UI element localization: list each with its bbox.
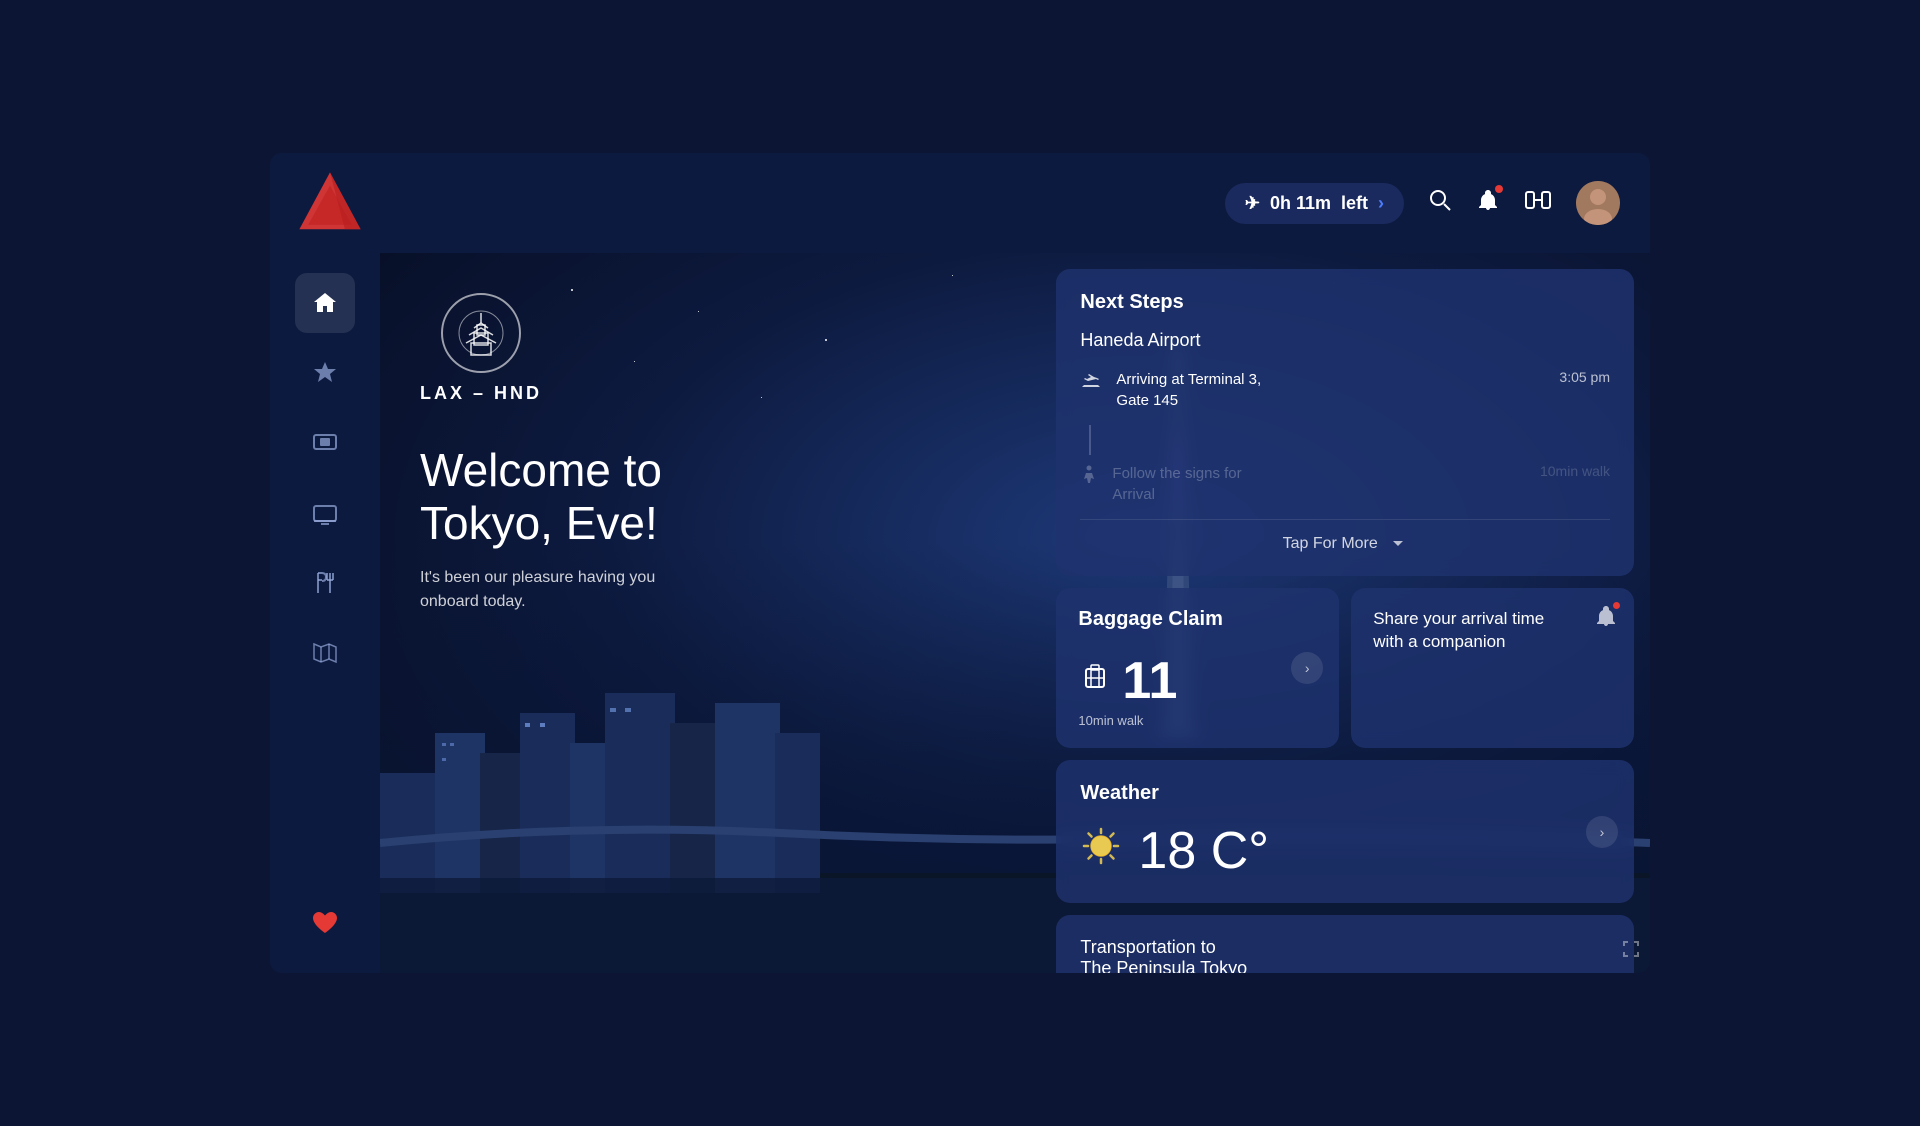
weather-chevron-button[interactable]: › xyxy=(1586,816,1618,848)
walking-icon xyxy=(1080,465,1098,493)
step-2: Follow the signs forArrival 10min walk xyxy=(1080,463,1610,505)
tap-for-more-button[interactable]: Tap For More xyxy=(1080,519,1610,554)
luggage-icon xyxy=(1078,659,1112,701)
step-1-time: 3:05 pm xyxy=(1559,369,1610,385)
baggage-card: Baggage Claim 11 10min walk › xyxy=(1056,588,1339,748)
sidebar-item-favorites[interactable] xyxy=(295,343,355,403)
main-area: LAX – HND Welcome to Tokyo, Eve! It's be… xyxy=(270,253,1650,973)
share-text: Share your arrival timewith a companion xyxy=(1373,608,1612,654)
destination-icon xyxy=(441,293,521,373)
content-area: LAX – HND Welcome to Tokyo, Eve! It's be… xyxy=(380,253,1650,973)
step-1-main: Arriving at Terminal 3,Gate 145 3:05 pm xyxy=(1116,369,1610,411)
airport-name: Haneda Airport xyxy=(1080,330,1610,351)
app-window: ✈ 0h 11m left › xyxy=(270,153,1650,973)
baggage-chevron-button[interactable]: › xyxy=(1291,652,1323,684)
step-2-time: 10min walk xyxy=(1540,463,1610,479)
baggage-row: 11 xyxy=(1078,647,1317,713)
timer-chevron: › xyxy=(1378,193,1384,214)
tap-more-label: Tap For More xyxy=(1283,535,1378,553)
weather-title: Weather xyxy=(1080,782,1610,805)
top-right-controls: ✈ 0h 11m left › xyxy=(1225,181,1620,225)
flight-time-suffix: left xyxy=(1341,193,1368,214)
step-2-text: Follow the signs forArrival xyxy=(1112,463,1241,505)
sidebar xyxy=(270,253,380,973)
destination-route: LAX – HND xyxy=(420,383,542,404)
baggage-title: Baggage Claim xyxy=(1078,608,1317,631)
delta-logo xyxy=(295,168,365,238)
outer-frame: ✈ 0h 11m left › xyxy=(0,0,1920,1126)
next-steps-card: Next Steps Haneda Airport Arriving at Te… xyxy=(1056,269,1634,576)
sidebar-item-map[interactable] xyxy=(295,623,355,683)
notification-dot xyxy=(1495,185,1503,193)
bell-notification-dot xyxy=(1613,602,1620,609)
top-bar: ✈ 0h 11m left › xyxy=(270,153,1650,253)
step-1: Arriving at Terminal 3,Gate 145 3:05 pm xyxy=(1080,369,1610,411)
transportation-card: Transportation to The Peninsula Tokyo Re… xyxy=(1056,915,1634,973)
right-panel: Next Steps Haneda Airport Arriving at Te… xyxy=(1040,253,1650,973)
weather-row: 18 C° xyxy=(1080,821,1610,881)
cards-row: Baggage Claim 11 10min walk › xyxy=(1056,588,1634,748)
transport-title-line1: Transportation to xyxy=(1080,937,1610,958)
next-steps-title: Next Steps xyxy=(1080,291,1610,314)
fullscreen-button[interactable] xyxy=(1622,940,1640,963)
flight-time-left: 0h 11m xyxy=(1270,193,1331,214)
transport-hotel-name: The Peninsula Tokyo xyxy=(1080,958,1610,973)
sidebar-item-entertainment[interactable] xyxy=(295,413,355,473)
left-overlay: LAX – HND Welcome to Tokyo, Eve! It's be… xyxy=(380,253,1079,973)
baggage-number: 11 xyxy=(1122,655,1177,707)
arriving-icon xyxy=(1080,371,1102,399)
baggage-walk: 10min walk xyxy=(1078,713,1317,728)
step-divider xyxy=(1089,425,1091,455)
weather-card: Weather xyxy=(1056,760,1634,903)
destination-badge: LAX – HND xyxy=(420,293,542,404)
notifications-button[interactable] xyxy=(1476,188,1500,218)
step-1-content: Arriving at Terminal 3,Gate 145 3:05 pm xyxy=(1116,369,1610,411)
welcome-title: Welcome to Tokyo, Eve! xyxy=(420,444,662,550)
step-2-main: Follow the signs forArrival 10min walk xyxy=(1112,463,1610,505)
welcome-subtitle: It's been our pleasure having youonboard… xyxy=(420,566,655,614)
sidebar-item-tv[interactable] xyxy=(295,483,355,543)
logo-area xyxy=(270,153,390,253)
sidebar-item-home[interactable] xyxy=(295,273,355,333)
user-avatar[interactable] xyxy=(1576,181,1620,225)
flight-icon: ✈ xyxy=(1245,193,1260,214)
search-button[interactable] xyxy=(1428,188,1452,218)
weather-temperature: 18 C° xyxy=(1138,821,1269,881)
flight-timer-button[interactable]: ✈ 0h 11m left › xyxy=(1225,183,1404,224)
sun-icon xyxy=(1080,825,1122,877)
sidebar-item-dining[interactable] xyxy=(295,553,355,613)
heart-button[interactable] xyxy=(295,893,355,953)
share-card[interactable]: Share your arrival timewith a companion xyxy=(1351,588,1634,748)
bell-icon xyxy=(1594,604,1618,634)
step-2-content: Follow the signs forArrival 10min walk xyxy=(1112,463,1610,505)
step-1-text: Arriving at Terminal 3,Gate 145 xyxy=(1116,369,1261,411)
connect-button[interactable] xyxy=(1524,188,1552,218)
